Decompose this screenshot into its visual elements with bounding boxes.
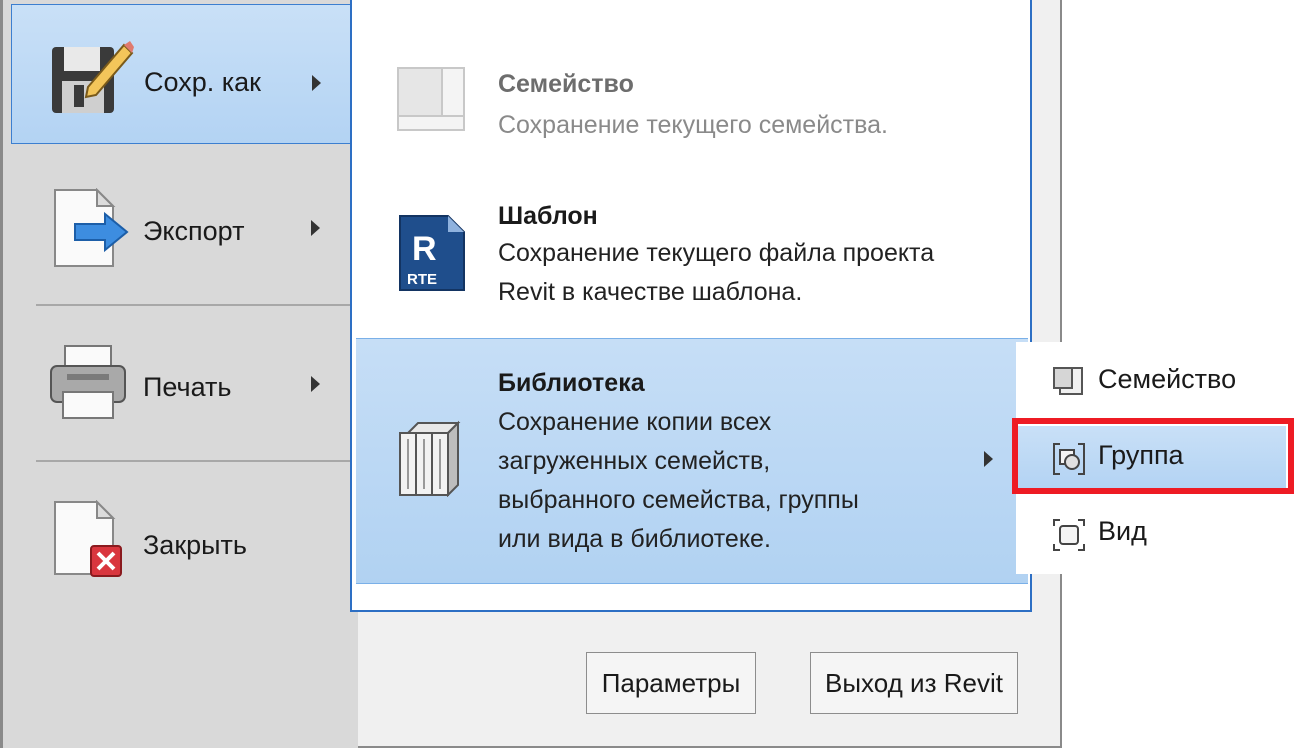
save-as-icon: [48, 35, 134, 126]
submenu-item-title: Семейство: [498, 70, 634, 98]
submenu-item-family[interactable]: Семейство Сохранение текущего семейства.: [356, 48, 1028, 158]
export-icon: [47, 187, 133, 279]
library-books-icon: [396, 419, 462, 502]
menu-item-label: Закрыть: [143, 530, 247, 560]
submenu-item-title: Шаблон: [498, 202, 598, 230]
submenu-arrow-icon: [311, 220, 320, 236]
flyout-item-family[interactable]: Семейство: [1016, 350, 1286, 412]
submenu-item-library[interactable]: Библиотека Сохранение копии всех загруже…: [356, 338, 1028, 584]
menu-item-label: Экспорт: [143, 216, 245, 246]
menu-item-print[interactable]: Печать: [11, 314, 357, 454]
menu-item-close[interactable]: Закрыть: [11, 470, 357, 610]
submenu-arrow-icon: [984, 451, 993, 467]
print-icon: [47, 342, 133, 433]
submenu-item-description: выбранного семейства, группы: [498, 486, 859, 514]
menu-item-export[interactable]: Экспорт: [11, 158, 357, 298]
family-small-icon: [1052, 366, 1084, 403]
submenu-item-description: Сохранение текущего файла проекта: [498, 239, 935, 267]
submenu-item-description: загруженных семейств,: [498, 447, 771, 475]
submenu-item-title: Библиотека: [498, 369, 645, 397]
options-button[interactable]: Параметры: [586, 652, 756, 714]
flyout-item-label: Вид: [1098, 516, 1147, 546]
svg-text:R: R: [412, 230, 437, 268]
rte-template-icon: R RTE: [396, 214, 468, 297]
submenu-item-description: или вида в библиотеке.: [498, 525, 771, 553]
menu-separator: [36, 304, 351, 306]
save-as-submenu: Семейство Сохранение текущего семейства.…: [350, 0, 1032, 612]
submenu-item-template[interactable]: R RTE Шаблон Сохранение текущего файла п…: [356, 190, 1028, 320]
exit-revit-button[interactable]: Выход из Revit: [810, 652, 1018, 714]
submenu-item-description: Revit в качестве шаблона.: [498, 278, 803, 306]
menu-item-label: Печать: [143, 372, 232, 402]
view-icon: [1052, 518, 1086, 557]
menu-item-label: Сохр. как: [144, 67, 261, 97]
application-menu-left-column: Сохр. как Экспорт Печать Закрыть: [0, 0, 358, 748]
annotation-highlight-box: [1012, 418, 1294, 494]
close-document-icon: [47, 499, 133, 591]
submenu-arrow-icon: [311, 376, 320, 392]
submenu-item-description: Сохранение копии всех: [498, 408, 772, 436]
menu-separator: [36, 460, 351, 462]
submenu-item-description: Сохранение текущего семейства.: [498, 111, 888, 139]
submenu-arrow-icon: [312, 75, 321, 91]
rte-template-label: RTE: [407, 271, 437, 288]
flyout-item-view[interactable]: Вид: [1016, 502, 1286, 564]
flyout-item-label: Семейство: [1098, 364, 1237, 394]
menu-item-save-as[interactable]: Сохр. как: [11, 4, 357, 144]
family-icon: [396, 66, 468, 143]
